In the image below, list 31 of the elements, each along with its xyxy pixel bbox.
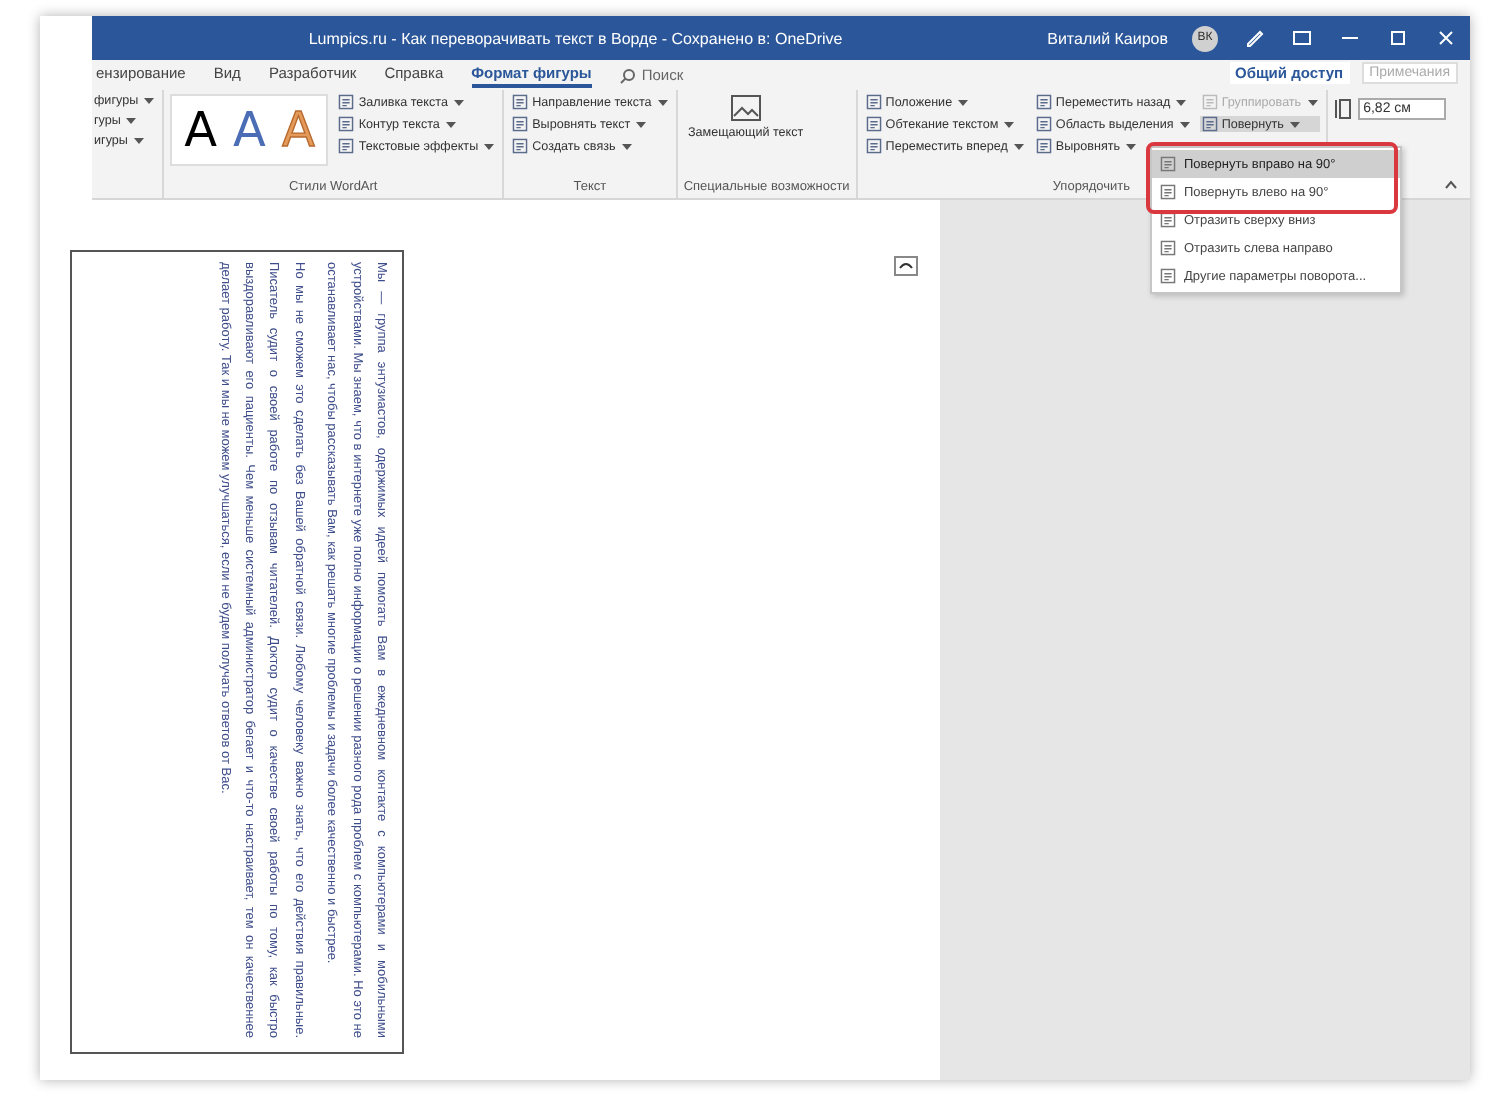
pen-icon[interactable] — [1242, 26, 1266, 50]
close-icon[interactable] — [1434, 26, 1458, 50]
caret-icon — [1126, 143, 1137, 149]
caret-icon — [126, 118, 137, 124]
caret-icon — [484, 143, 495, 149]
caret-icon — [958, 99, 969, 105]
wordart-gallery[interactable]: A A A — [170, 94, 329, 166]
caret-icon — [453, 99, 464, 105]
window-title: Lumpics.ru - Как переворачивать текст в Ворде - Сохранено в: OneDrive — [306, 29, 845, 47]
caret-icon — [1176, 99, 1187, 105]
wordart-style[interactable]: A — [233, 102, 266, 158]
text-box[interactable] — [70, 250, 404, 1054]
caret-icon — [1013, 143, 1024, 149]
picture-icon — [729, 94, 762, 122]
wordart-style[interactable]: A — [184, 102, 218, 158]
caret-icon — [133, 138, 144, 144]
caret-icon — [1289, 121, 1300, 127]
caret-icon — [1179, 121, 1190, 127]
collapse-icon[interactable] — [1444, 180, 1458, 190]
layout-options-icon[interactable] — [894, 256, 918, 276]
height-icon — [1333, 98, 1352, 120]
search-icon — [619, 67, 636, 83]
caret-icon — [621, 143, 632, 149]
caret-icon — [144, 98, 155, 104]
user-name: Виталий Каиров — [1047, 29, 1168, 47]
caret-icon — [445, 121, 456, 127]
caret-icon — [657, 99, 668, 105]
caret-icon — [636, 121, 647, 127]
maximize-icon[interactable] — [1386, 26, 1410, 50]
caret-icon — [1004, 121, 1015, 127]
caret-icon — [1307, 99, 1318, 105]
